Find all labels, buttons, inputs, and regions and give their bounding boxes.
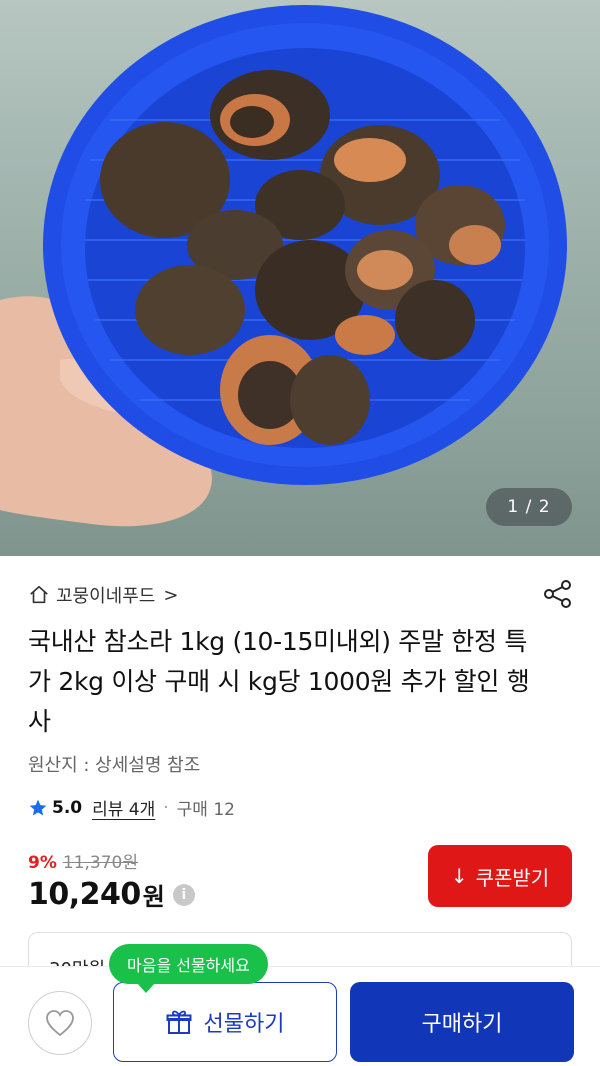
separator-dot: ·	[163, 797, 169, 818]
home-icon	[30, 585, 48, 604]
store-name: 꼬뭉이네푸드	[56, 586, 156, 607]
final-price: 10,240	[28, 877, 141, 912]
price-block: 9% 11,370원 10,240 원 i	[28, 848, 195, 912]
discount-rate: 9%	[28, 853, 57, 873]
image-page-indicator: 1 / 2	[486, 488, 572, 526]
buy-button[interactable]: 구매하기	[350, 982, 574, 1062]
product-image[interactable]: 1 / 2	[0, 0, 600, 556]
buy-label: 구매하기	[421, 1012, 503, 1037]
heart-icon	[46, 1010, 74, 1037]
chevron-right-icon: >	[163, 584, 179, 606]
product-origin: 원산지 : 상세설명 참조	[28, 755, 201, 776]
sales-count: 구매 12	[176, 800, 235, 820]
gift-icon	[166, 1010, 192, 1034]
rating-row: 5.0 리뷰 4개 · 구매 12	[28, 795, 235, 820]
discount-row: 9% 11,370원	[28, 848, 195, 873]
coupon-button[interactable]: ↓ 쿠폰받기	[428, 845, 572, 907]
wishlist-button[interactable]	[28, 991, 92, 1055]
gift-button[interactable]: 선물하기	[113, 982, 337, 1062]
final-price-row: 10,240 원 i	[28, 877, 195, 912]
product-photo	[0, 5, 567, 527]
store-link[interactable]: 꼬뭉이네푸드 >	[28, 582, 178, 608]
star-icon	[29, 799, 47, 815]
bottom-action-bar: 선물하기 구매하기	[0, 966, 600, 1066]
currency-label: 원	[142, 883, 165, 911]
gift-label: 선물하기	[203, 1012, 285, 1037]
share-icon[interactable]	[542, 578, 574, 610]
download-icon: ↓	[450, 864, 468, 888]
original-price: 11,370원	[62, 853, 138, 873]
review-link[interactable]: 리뷰 4개	[92, 795, 155, 820]
info-icon[interactable]: i	[172, 883, 195, 906]
rating-score: 5.0	[52, 797, 83, 818]
product-title: 국내산 참소라 1kg (10-15미내외) 주말 한정 특가 2kg 이상 구…	[28, 627, 530, 736]
coupon-label: 쿠폰받기	[475, 865, 550, 890]
gift-tooltip: 마음을 선물하세요	[109, 944, 268, 993]
